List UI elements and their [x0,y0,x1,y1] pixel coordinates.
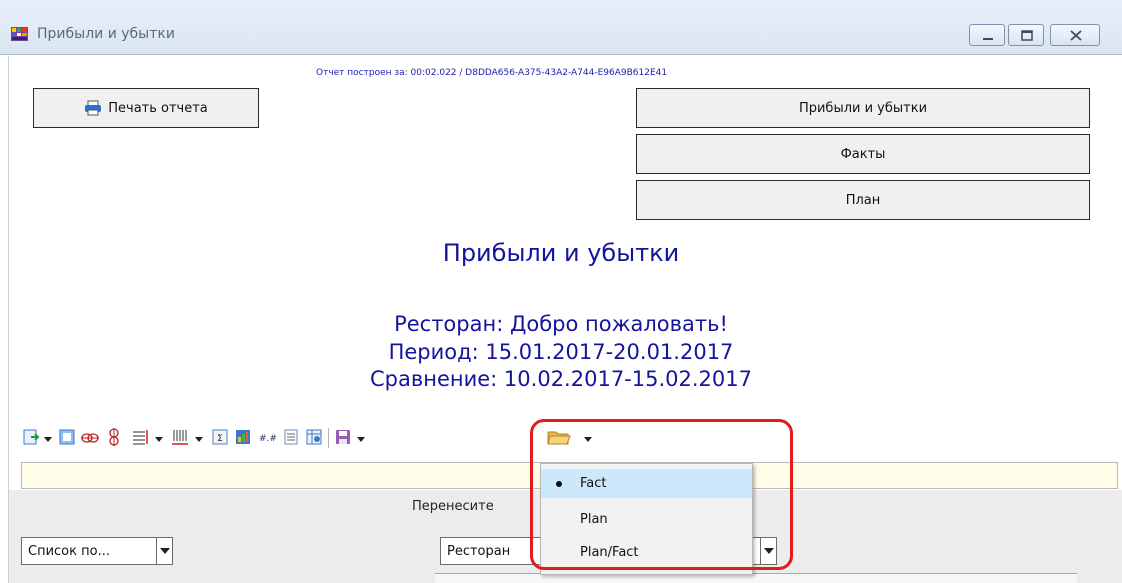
period-line: Период: 15.01.2017-20.01.2017 [388,340,734,364]
nav-button-label: Факты [840,146,886,162]
nav-button-label: Прибыли и убытки [798,100,928,116]
drop-fields-hint: Перенесите [412,499,494,514]
pivot-header-strip [435,573,1077,583]
export-icon[interactable] [22,428,40,446]
columns-dropdown-caret[interactable] [195,437,203,442]
save-icon[interactable] [334,428,352,446]
print-icon [85,100,102,116]
print-report-label: Печать отчета [108,100,208,116]
nav-button-label: План [845,192,881,208]
highlight-annotation [530,419,793,570]
save-dropdown-caret[interactable] [357,437,365,442]
export-dropdown-caret[interactable] [44,437,52,442]
list-combo-value: Список по... [28,543,110,559]
maximize-icon [1021,30,1033,41]
close-button[interactable] [1050,24,1100,46]
sum-icon[interactable]: Σ [211,428,229,446]
window-titlebar: Прибыли и убытки [0,0,1122,55]
table-icon[interactable] [305,428,323,446]
chart-icon[interactable] [234,428,252,446]
svg-text:#.#: #.# [259,434,277,444]
list-combo[interactable]: Список по... [21,537,173,565]
app-icon [11,27,28,41]
comparison-line: Сравнение: 10.02.2017-15.02.2017 [370,367,752,391]
nav-button-facts[interactable]: Факты [636,134,1090,174]
lines-dropdown-caret[interactable] [155,437,163,442]
lines-icon[interactable] [131,428,149,446]
report-title: Прибыли и убытки [442,239,680,267]
bookmark-icon[interactable] [106,428,122,446]
nav-button-profit-loss[interactable]: Прибыли и убытки [636,88,1090,128]
restaurant-combo-value: Ресторан [447,543,511,559]
text-icon[interactable] [283,428,299,446]
report-build-info: Отчет построен за: 00:02.022 / D8DDA656-… [316,68,668,78]
minimize-icon [983,38,993,40]
close-icon [1070,30,1082,41]
columns-icon[interactable] [171,428,189,446]
window-title: Прибыли и убытки [37,26,175,42]
toolbar-separator [328,428,329,448]
svg-text:Σ: Σ [217,434,223,444]
chevron-down-icon[interactable] [156,538,172,564]
maximize-button[interactable] [1008,24,1044,46]
link-icon[interactable] [80,428,100,446]
restaurant-line: Ресторан: Добро пожаловать! [394,312,728,336]
print-report-button[interactable]: Печать отчета [33,88,259,128]
grid-icon[interactable] [58,428,76,446]
nav-button-plan[interactable]: План [636,180,1090,220]
minimize-button[interactable] [969,24,1005,46]
format-icon[interactable]: #.# [258,428,278,446]
